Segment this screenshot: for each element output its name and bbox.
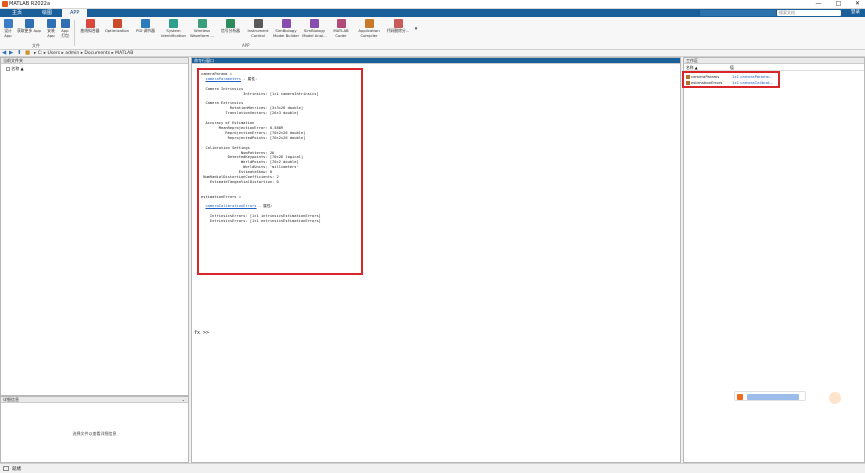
ribbon-tab-bar: 主页 绘图 APP 搜索文档 登录 bbox=[0, 9, 865, 17]
design-app-button[interactable]: 设计 App bbox=[2, 19, 14, 38]
install-app-button[interactable]: 安装 App bbox=[45, 19, 57, 38]
app-code-analyzer[interactable]: 代码删除分... bbox=[385, 19, 411, 34]
matlab-logo-icon bbox=[2, 1, 8, 7]
browse-folder-icon[interactable]: ■ bbox=[25, 50, 30, 57]
curve-fitter-icon bbox=[85, 19, 95, 28]
app-simbiology-model-builder[interactable]: SimBiology Model Builder bbox=[272, 19, 300, 38]
search-documentation-input[interactable]: 搜索文档 bbox=[777, 10, 841, 16]
select-checkbox[interactable] bbox=[6, 67, 10, 71]
assistant-avatar-icon[interactable] bbox=[829, 392, 841, 404]
command-window-header: 命令行窗口 bbox=[192, 58, 680, 64]
ime-tools-icon[interactable] bbox=[747, 394, 799, 400]
close-button[interactable]: ✕ bbox=[851, 0, 864, 8]
app-system-identification[interactable]: System Identification bbox=[160, 19, 187, 38]
app-pid-tuner[interactable]: PID 调节器 bbox=[133, 19, 158, 34]
tab-home[interactable]: 主页 bbox=[4, 9, 30, 17]
file-group-label: 文件 bbox=[32, 43, 40, 48]
app-instrument-control[interactable]: Instrument Control bbox=[245, 19, 271, 38]
get-more-apps-button[interactable]: 获取更多 App bbox=[16, 19, 42, 34]
current-path-breadcrumb[interactable]: ▸ C: ▸ Users ▸ admin ▸ Documents ▸ MATLA… bbox=[34, 51, 133, 56]
workspace-highlight bbox=[682, 71, 780, 88]
app-application-compiler[interactable]: Application Compiler bbox=[355, 19, 383, 38]
group-separator bbox=[74, 20, 75, 46]
app-matlab-coder[interactable]: MATLAB Coder bbox=[330, 19, 352, 38]
details-empty-text: 选择文件以查看详细信息 bbox=[72, 431, 117, 436]
address-bar: ◀ ▶ ⬆ ■ ▸ C: ▸ Users ▸ admin ▸ Documents… bbox=[0, 50, 865, 57]
download-icon bbox=[24, 19, 34, 28]
details-header: 详细信息 ⌄ bbox=[1, 397, 188, 403]
details-panel: 详细信息 ⌄ 选择文件以查看详细信息 bbox=[0, 396, 189, 463]
minimize-button[interactable]: — bbox=[812, 0, 825, 8]
ime-toolbar[interactable] bbox=[734, 391, 806, 401]
window-title: MATLAB R2022a bbox=[9, 1, 51, 7]
command-output-highlight bbox=[197, 68, 363, 275]
current-folder-header: 当前文件夹 bbox=[1, 58, 188, 64]
application-compiler-icon bbox=[364, 19, 374, 28]
command-prompt[interactable]: fx >> bbox=[194, 331, 209, 336]
workspace-header: 工作区 bbox=[684, 58, 864, 64]
signal-analyzer-icon bbox=[226, 19, 235, 28]
chevron-down-icon[interactable]: ⌄ bbox=[182, 397, 185, 403]
apps-gallery-expand-icon[interactable]: ▾ bbox=[413, 27, 419, 32]
app-curve-fitter[interactable]: 曲线拟合器 bbox=[78, 19, 102, 34]
toolstrip: 设计 App 获取更多 App 安装 App App 打包 文件 曲线拟合器 O… bbox=[0, 17, 865, 50]
current-folder-panel: 当前文件夹 名称 ▲ bbox=[0, 57, 189, 396]
maximize-button[interactable]: □ bbox=[832, 0, 845, 8]
pid-tuner-icon bbox=[141, 19, 150, 28]
matlab-coder-icon bbox=[336, 19, 346, 28]
forward-arrow-icon[interactable]: ▶ bbox=[9, 50, 13, 57]
simbiology-analyzer-icon bbox=[310, 19, 319, 28]
simbiology-builder-icon bbox=[281, 19, 291, 28]
design-app-icon bbox=[3, 19, 13, 28]
app-simbiology-model-analyzer[interactable]: SimBiology Model Anal... bbox=[301, 19, 328, 38]
login-button[interactable]: 登录 bbox=[851, 9, 860, 17]
wireless-waveform-icon bbox=[197, 19, 207, 28]
tab-apps[interactable]: APP bbox=[62, 9, 88, 17]
apps-group-label: APP bbox=[242, 43, 250, 48]
status-bar: 就绪 bbox=[0, 463, 865, 473]
status-icon bbox=[3, 466, 9, 471]
app-wireless-waveform[interactable]: Wireless Waveform ... bbox=[189, 19, 215, 38]
app-optimization[interactable]: Optimization bbox=[104, 19, 130, 34]
install-icon bbox=[46, 19, 56, 28]
app-signal-analyzer[interactable]: 信号分析器 bbox=[218, 19, 243, 34]
title-bar: MATLAB R2022a — □ ✕ bbox=[0, 0, 865, 9]
status-text: 就绪 bbox=[12, 467, 21, 472]
instrument-control-icon bbox=[253, 19, 263, 28]
system-identification-icon bbox=[169, 19, 178, 28]
optimization-icon bbox=[112, 19, 122, 28]
back-arrow-icon[interactable]: ◀ bbox=[2, 50, 6, 57]
ime-logo-icon bbox=[737, 394, 743, 400]
name-column-header[interactable]: 名称 ▲ bbox=[6, 66, 24, 72]
code-analyzer-icon bbox=[393, 19, 403, 28]
package-app-button[interactable]: App 打包 bbox=[59, 19, 71, 38]
package-icon bbox=[60, 19, 70, 28]
up-folder-icon[interactable]: ⬆ bbox=[17, 50, 22, 57]
quick-access-toolbar[interactable] bbox=[700, 10, 776, 16]
tab-plots[interactable]: 绘图 bbox=[34, 9, 60, 17]
